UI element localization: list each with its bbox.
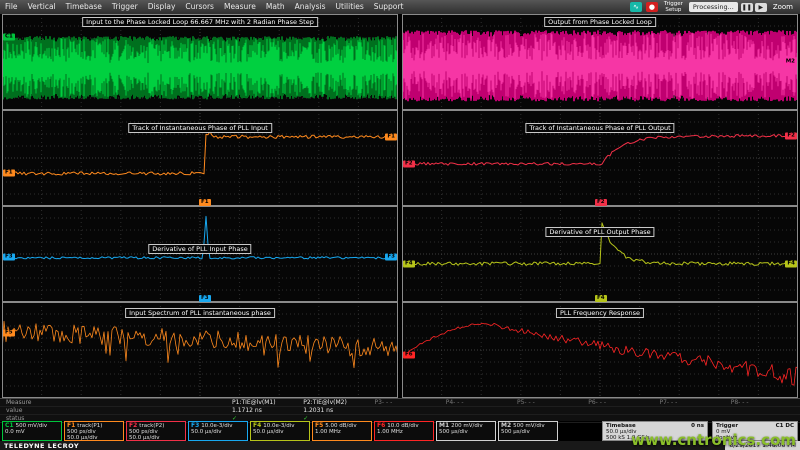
play-button[interactable]: ▶: [755, 3, 767, 12]
panel-title-input-phase-track: Track of Instantaneous Phase of PLL Inpu…: [128, 123, 272, 133]
menu-file[interactable]: File: [0, 0, 23, 14]
trace-badge-f4[interactable]: F4: [403, 260, 415, 267]
trace-badge-f6[interactable]: F6: [403, 351, 415, 358]
panel-title-frequency-response: PLL Frequency Response: [556, 308, 644, 318]
trace-badge-f3[interactable]: F3: [385, 253, 397, 260]
panel-output-phase-derivative[interactable]: Derivative of PLL Output Phase F4 F4 F4: [402, 206, 798, 302]
trace-badge-f1[interactable]: F1: [3, 170, 15, 177]
measure-name-p8[interactable]: P8- - -: [729, 399, 800, 406]
panel-pll-output-signal[interactable]: Output from Phase Locked Loop M2: [402, 14, 798, 110]
measure-name-p5[interactable]: P5- - -: [515, 399, 586, 406]
panel-input-phase-spectrum[interactable]: Input Spectrum of PLL instantaneous phas…: [2, 302, 398, 398]
trace-marker-f2: F2: [595, 199, 607, 206]
descriptor-f6[interactable]: F610.0 dB/div1.00 MHz: [374, 421, 434, 441]
processing-button[interactable]: Processing...: [689, 2, 738, 12]
menu-vertical[interactable]: Vertical: [23, 0, 61, 14]
pause-button[interactable]: ❚❚: [741, 3, 753, 12]
trigger-setup-button[interactable]: Trigger Setup: [660, 1, 687, 13]
measure-name-p6[interactable]: P6- - -: [586, 399, 657, 406]
waveform-grid: Input to the Phase Locked Loop 66.667 MH…: [0, 14, 800, 398]
descriptor-line: 1.00 MHz: [377, 429, 431, 435]
measure-name-p3[interactable]: P3- - -: [373, 399, 444, 406]
panel-input-phase-derivative[interactable]: Derivative of PLL Input Phase F3 F3 F3: [2, 206, 398, 302]
descriptor-m1[interactable]: M1200 mV/div500 µs/div: [436, 421, 496, 441]
trace-badge-f3[interactable]: F3: [3, 253, 15, 260]
descriptor-line: 500 µs/div: [501, 429, 555, 435]
measure-row-label-value: value: [0, 407, 230, 414]
descriptor-line: 1.00 MHz: [315, 429, 369, 435]
zoom-button[interactable]: Zoom: [768, 3, 798, 11]
descriptor-f4[interactable]: F410.0e-3/div50.0 µs/div: [250, 421, 310, 441]
trace-badge-f4[interactable]: F4: [785, 260, 797, 267]
scope-display-icon[interactable]: ∿: [630, 2, 642, 12]
brand-logo: TELEDYNE LECROY: [0, 442, 79, 450]
trace-marker-f3: F3: [199, 295, 211, 302]
trigger-setup-line2: Setup: [664, 7, 683, 13]
menu-support[interactable]: Support: [369, 0, 409, 14]
descriptor-line: 500 µs/div: [439, 429, 493, 435]
trace-marker-f1: F1: [199, 199, 211, 206]
trace-badge-f5[interactable]: F5: [3, 329, 15, 336]
panel-title-input-phase-spectrum: Input Spectrum of PLL instantaneous phas…: [125, 308, 275, 318]
toolbar-right: ∿● Trigger Setup Processing... ❚❚ ▶ Zoom: [628, 0, 800, 14]
measure-value-p1: 1.1712 ns: [230, 407, 301, 414]
menu-display[interactable]: Display: [143, 0, 181, 14]
panel-title-output-phase-derivative: Derivative of PLL Output Phase: [545, 227, 654, 237]
panel-title-input-phase-derivative: Derivative of PLL Input Phase: [148, 244, 251, 254]
trace-badge-f1[interactable]: F1: [385, 133, 397, 140]
measure-value-p2: 1.2031 ns: [301, 407, 372, 414]
measure-row-label-measure: Measure: [0, 399, 230, 406]
panel-input-phase-track[interactable]: Track of Instantaneous Phase of PLL Inpu…: [2, 110, 398, 206]
descriptor-f3[interactable]: F310.0e-3/div50.0 µs/div: [188, 421, 248, 441]
record-icon[interactable]: ●: [646, 2, 658, 12]
descriptor-line: 0.0 mV: [5, 429, 59, 435]
menu-trigger[interactable]: Trigger: [107, 0, 143, 14]
menu-timebase[interactable]: Timebase: [61, 0, 107, 14]
descriptor-c1[interactable]: C1500 mV/div0.0 mV: [2, 421, 62, 441]
menu-bar: FileVerticalTimebaseTriggerDisplayCursor…: [0, 0, 800, 14]
trace-marker-f4: F4: [595, 295, 607, 302]
menu-utilities[interactable]: Utilities: [331, 0, 369, 14]
trace-badge-f2[interactable]: F2: [785, 132, 797, 139]
trace-badge-m2[interactable]: M2: [784, 59, 797, 66]
panel-frequency-response[interactable]: PLL Frequency Response F6: [402, 302, 798, 398]
toolbar-icons: ∿●: [628, 2, 660, 12]
measure-name-p1[interactable]: P1:TIE@lv(M1): [230, 399, 301, 406]
measure-name-p7[interactable]: P7- - -: [658, 399, 729, 406]
measure-name-p2[interactable]: P2:TIE@lv(M2): [301, 399, 372, 406]
panel-pll-input-signal[interactable]: Input to the Phase Locked Loop 66.667 MH…: [2, 14, 398, 110]
measure-table: MeasureP1:TIE@lv(M1)P2:TIE@lv(M2)P3- - -…: [0, 398, 800, 421]
panel-output-phase-track[interactable]: Track of Instantaneous Phase of PLL Outp…: [402, 110, 798, 206]
descriptor-line: 50.0 µs/div: [191, 429, 245, 435]
descriptor-f2[interactable]: F2track(P2)500 ps/div50.0 µs/div: [126, 421, 186, 441]
descriptor-f5[interactable]: F55.00 dB/div1.00 MHz: [312, 421, 372, 441]
panel-title-pll-output-signal: Output from Phase Locked Loop: [544, 17, 656, 27]
trigger-value: C1 DC: [776, 423, 794, 429]
menu-measure[interactable]: Measure: [219, 0, 261, 14]
menu-items: FileVerticalTimebaseTriggerDisplayCursor…: [0, 0, 408, 14]
trace-badge-f2[interactable]: F2: [403, 160, 415, 167]
watermark: www.cntronics.com: [631, 431, 796, 449]
menu-analysis[interactable]: Analysis: [290, 0, 331, 14]
descriptor-f1[interactable]: F1track(P1)500 ps/div50.0 µs/div: [64, 421, 124, 441]
panel-title-pll-input-signal: Input to the Phase Locked Loop 66.667 MH…: [82, 17, 318, 27]
trace-badge-c1[interactable]: C1: [3, 34, 15, 41]
timebase-value: 0 ns: [691, 423, 704, 429]
panel-title-output-phase-track: Track of Instantaneous Phase of PLL Outp…: [525, 123, 674, 133]
menu-math[interactable]: Math: [261, 0, 290, 14]
descriptor-line: 50.0 µs/div: [253, 429, 307, 435]
menu-cursors[interactable]: Cursors: [180, 0, 219, 14]
measure-name-p4[interactable]: P4- - -: [444, 399, 515, 406]
descriptor-m2[interactable]: M2500 mV/div500 µs/div: [498, 421, 558, 441]
